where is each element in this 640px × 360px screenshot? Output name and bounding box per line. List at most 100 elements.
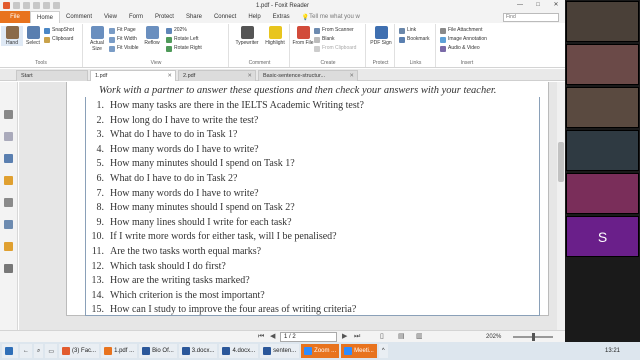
- document-view[interactable]: Work with a partner to answer these ques…: [19, 82, 565, 330]
- first-page-icon[interactable]: ⏮: [258, 332, 264, 342]
- next-page-icon[interactable]: ▶: [342, 332, 347, 342]
- participant-video-tile[interactable]: [566, 87, 639, 128]
- comments-panel-icon[interactable]: [4, 176, 13, 185]
- clipboard-button[interactable]: Clipboard: [44, 36, 73, 43]
- tab-help[interactable]: Help: [242, 11, 266, 23]
- question-item: 6. What do I have to do in Task 2?: [96, 172, 238, 184]
- close-tab-icon[interactable]: ✕: [349, 71, 354, 82]
- reflow-button[interactable]: Reflow: [141, 26, 163, 46]
- tab-home[interactable]: Home: [30, 11, 61, 23]
- find-input[interactable]: Find: [503, 13, 559, 22]
- chrome-icon: [62, 347, 71, 355]
- tab-comment[interactable]: Comment: [60, 11, 98, 23]
- pdf-sign-button[interactable]: PDF Sign: [370, 26, 392, 46]
- from-scanner-button[interactable]: From Scanner: [314, 27, 354, 34]
- audio-video-button[interactable]: Audio & Video: [440, 45, 480, 52]
- file-attachment-button[interactable]: File Attachment: [440, 27, 482, 34]
- from-clipboard-button[interactable]: From Clipboard: [314, 45, 356, 52]
- doc-tab-basic-sentence[interactable]: Basic-sentence-structur... ✕: [258, 70, 358, 81]
- highlighter-icon: [268, 26, 282, 39]
- fit-visible-icon: [109, 45, 115, 52]
- minimize-button[interactable]: —: [511, 0, 529, 11]
- tools-panel-icon[interactable]: [4, 264, 13, 273]
- hand-button[interactable]: Hand: [1, 26, 23, 46]
- tell-me-box[interactable]: 💡 Tell me what you w: [302, 11, 360, 23]
- participant-video-tile[interactable]: [566, 173, 639, 214]
- link-button[interactable]: Link: [399, 27, 416, 34]
- layers-panel-icon[interactable]: [4, 154, 13, 163]
- scrollbar-thumb[interactable]: [558, 142, 564, 182]
- tab-view[interactable]: View: [98, 11, 123, 23]
- prev-page-icon[interactable]: ◀: [270, 332, 275, 342]
- facing-page-icon[interactable]: ▥: [416, 332, 423, 342]
- attachments-panel-icon[interactable]: [4, 198, 13, 207]
- search-icon[interactable]: ⌕: [34, 344, 44, 358]
- close-button[interactable]: ✕: [547, 0, 565, 11]
- blank-button[interactable]: Blank: [314, 36, 335, 43]
- snapshot-button[interactable]: SnapShot: [44, 27, 74, 34]
- participant-video-tile[interactable]: [566, 1, 639, 42]
- participant-video-tile[interactable]: [566, 44, 639, 85]
- close-tab-icon[interactable]: ✕: [167, 71, 172, 82]
- tab-form[interactable]: Form: [123, 11, 149, 23]
- doc-tab-start[interactable]: Start: [16, 70, 88, 81]
- tab-file[interactable]: File: [0, 11, 30, 23]
- select-button[interactable]: Select: [22, 26, 44, 46]
- question-item: 12. Which task should I do first?: [91, 260, 226, 272]
- system-tray[interactable]: ^: [378, 344, 388, 358]
- back-icon[interactable]: ←: [20, 344, 32, 358]
- continuous-page-icon[interactable]: ▤: [398, 332, 405, 342]
- bookmarks-panel-icon[interactable]: [4, 110, 13, 119]
- zoom-slider-knob[interactable]: [532, 333, 535, 341]
- tab-extras[interactable]: Extras: [267, 11, 296, 23]
- scanner-icon: [314, 27, 320, 34]
- start-button[interactable]: [2, 344, 18, 358]
- tab-share[interactable]: Share: [180, 11, 208, 23]
- group-links: Link Bookmark Links: [396, 24, 436, 67]
- rotate-left-button[interactable]: Rotate Left: [166, 36, 198, 43]
- windows-icon: [5, 347, 13, 355]
- page-number-input[interactable]: 1 / 2: [280, 332, 337, 342]
- video-participants-panel: S: [565, 0, 640, 342]
- signatures-panel-icon[interactable]: [4, 220, 13, 229]
- participant-video-tile[interactable]: [566, 130, 639, 171]
- taskbar-item-zoom[interactable]: Zoom ...: [301, 344, 340, 358]
- rotate-right-button[interactable]: Rotate Right: [166, 45, 202, 52]
- security-panel-icon[interactable]: [4, 242, 13, 251]
- tab-connect[interactable]: Connect: [208, 11, 242, 23]
- from-file-button[interactable]: From File: [292, 26, 314, 46]
- group-tools: Hand Select SnapShot Clipboard Tools: [0, 24, 83, 67]
- taskbar-item-meeting[interactable]: Meeti...: [341, 344, 377, 358]
- participant-avatar-tile[interactable]: S: [566, 216, 639, 257]
- fit-visible-button[interactable]: Fit Visible: [109, 45, 139, 52]
- bookmark-button[interactable]: Bookmark: [399, 36, 430, 43]
- fit-width-button[interactable]: Fit Width: [109, 36, 137, 43]
- highlight-button[interactable]: Highlight: [262, 26, 288, 46]
- fit-page-button[interactable]: Fit Page: [109, 27, 136, 34]
- typewriter-button[interactable]: Typewriter: [233, 26, 261, 46]
- tab-protect[interactable]: Protect: [149, 11, 180, 23]
- task-view-icon[interactable]: ▭: [45, 344, 58, 358]
- zoom-select[interactable]: 202%: [166, 27, 187, 34]
- lightbulb-icon: 💡: [301, 14, 310, 21]
- doc-tab-2pdf[interactable]: 2.pdf ✕: [178, 70, 256, 81]
- participant-initial: S: [597, 229, 608, 245]
- single-page-icon[interactable]: ▯: [380, 332, 384, 342]
- last-page-icon[interactable]: ⏭: [354, 332, 360, 342]
- taskbar-item-bio[interactable]: Bio Of...: [139, 344, 177, 358]
- close-tab-icon[interactable]: ✕: [247, 71, 252, 82]
- taskbar-item-4docx[interactable]: 4.docx...: [219, 344, 259, 358]
- taskbar-item-1pdf[interactable]: 1.pdf ...: [101, 344, 138, 358]
- taskbar-item-facebook[interactable]: (3) Fac...: [59, 344, 100, 358]
- taskbar-item-3docx[interactable]: 3.docx...: [178, 344, 218, 358]
- group-insert: File Attachment Image Annotation Audio &…: [437, 24, 497, 67]
- hand-icon: [5, 26, 19, 39]
- taskbar-item-senten[interactable]: senten...: [260, 344, 300, 358]
- actual-size-button[interactable]: Actual Size: [86, 26, 108, 52]
- maximize-button[interactable]: □: [529, 0, 547, 11]
- pages-panel-icon[interactable]: [4, 132, 13, 141]
- image-annotation-button[interactable]: Image Annotation: [440, 36, 487, 43]
- zoom-icon: [166, 27, 172, 34]
- doc-tab-1pdf[interactable]: 1.pdf ✕: [90, 70, 176, 81]
- vertical-scrollbar[interactable]: [557, 82, 565, 330]
